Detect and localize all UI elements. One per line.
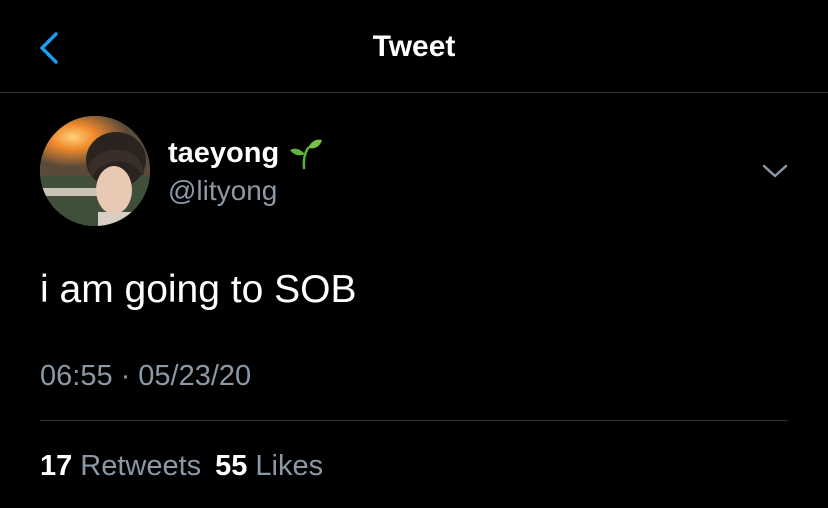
avatar-image bbox=[40, 116, 150, 226]
likes-stat[interactable]: 55 Likes bbox=[215, 450, 323, 483]
page-title: Tweet bbox=[372, 30, 456, 63]
retweets-label: Retweets bbox=[80, 450, 202, 482]
author-name-text: taeyong bbox=[168, 136, 280, 169]
stats-divider bbox=[40, 420, 788, 421]
meta-separator: · bbox=[120, 360, 131, 392]
tweet-timestamp: 06:55 · 05/23/20 bbox=[40, 360, 251, 393]
tweet-date: 05/23/20 bbox=[138, 360, 252, 392]
tweet-text: i am going to SOB bbox=[40, 268, 357, 311]
seedling-icon bbox=[290, 139, 323, 170]
retweets-stat[interactable]: 17 Retweets bbox=[40, 450, 201, 483]
top-bar: Tweet bbox=[0, 0, 828, 92]
chevron-down-icon bbox=[762, 164, 788, 178]
avatar[interactable] bbox=[40, 116, 150, 226]
retweets-count: 17 bbox=[40, 450, 73, 482]
tweet-time: 06:55 bbox=[40, 360, 113, 392]
header-divider bbox=[0, 92, 828, 93]
likes-label: Likes bbox=[255, 450, 324, 482]
likes-count: 55 bbox=[215, 450, 248, 482]
more-options-button[interactable] bbox=[760, 158, 790, 184]
author-name[interactable]: taeyong bbox=[168, 136, 323, 170]
author-handle[interactable]: @lityong bbox=[168, 175, 277, 207]
tweet-stats: 17 Retweets 55 Likes bbox=[40, 450, 323, 483]
